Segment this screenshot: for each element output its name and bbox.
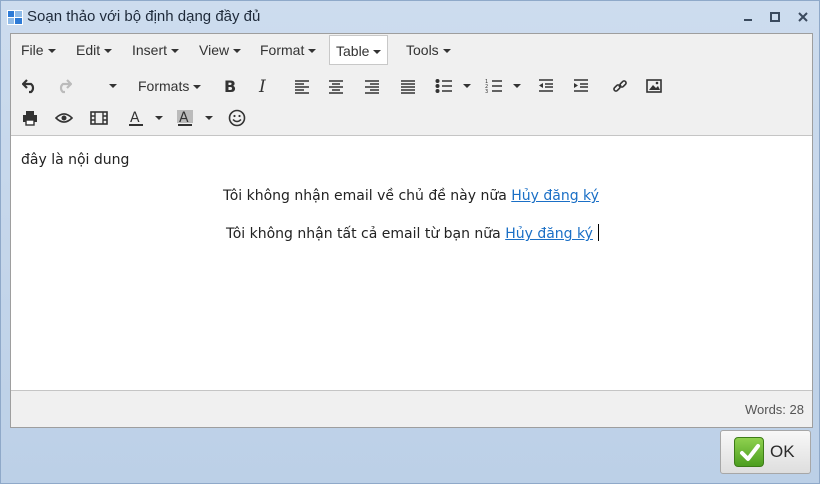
formats-dropdown[interactable]: Formats [138,73,202,99]
outdent-icon[interactable] [533,73,559,99]
menu-format[interactable]: Format [254,35,322,65]
bold-icon[interactable]: B [217,73,243,99]
editor-content-area[interactable]: đây là nội dung Tôi không nhận email về … [11,135,812,391]
status-bar: Words: 28 [11,391,812,427]
redo-icon[interactable] [51,73,77,99]
image-icon[interactable] [641,73,667,99]
title-bar[interactable]: Soạn thảo với bộ định dạng đầy đủ [1,1,819,33]
svg-text:A: A [179,110,189,126]
text-color-dropdown[interactable] [155,116,163,120]
menu-table[interactable]: Table [329,35,389,65]
ok-button[interactable]: OK [720,430,811,474]
text-cursor [597,224,599,241]
app-icon [7,10,23,25]
numbered-list-dropdown[interactable] [513,84,521,88]
toolbar-row-1: Formats B I 1 2 3 [11,70,812,102]
bullet-list-icon[interactable] [431,73,457,99]
indent-icon[interactable] [568,73,594,99]
undo-icon[interactable] [17,73,43,99]
menu-edit[interactable]: Edit [70,35,118,65]
align-right-icon[interactable] [359,73,385,99]
unsubscribe-all-link[interactable]: Hủy đăng ký [505,226,593,242]
preview-icon[interactable] [51,105,77,131]
svg-text:3: 3 [485,89,488,94]
checkmark-icon [734,437,764,467]
font-size-dropdown[interactable] [93,73,123,99]
background-color-dropdown[interactable] [205,116,213,120]
svg-text:B: B [224,78,236,94]
svg-text:I: I [258,78,266,94]
media-icon[interactable] [86,105,112,131]
maximize-icon[interactable] [768,10,782,24]
menu-view[interactable]: View [193,35,247,65]
window-title: Soạn thảo với bộ định dạng đầy đủ [27,8,261,25]
unsubscribe-all-text: Tôi không nhận tất cả email từ bạn nữa [226,226,506,242]
unsubscribe-topic-text: Tôi không nhận email về chủ đề này nữa [223,188,512,204]
numbered-list-icon[interactable]: 123 [481,73,507,99]
background-color-icon[interactable]: A [172,105,198,131]
align-left-icon[interactable] [289,73,315,99]
unsubscribe-topic-link[interactable]: Hủy đăng ký [511,188,599,204]
rich-text-editor: File Edit Insert View Format Table Tools… [10,33,813,428]
close-icon[interactable] [796,10,810,24]
menu-file[interactable]: File [15,35,62,65]
svg-text:A: A [130,110,140,126]
toolbar-row-2: A A [11,102,812,134]
align-justify-icon[interactable] [395,73,421,99]
word-count: Words: 28 [744,402,804,417]
menu-insert[interactable]: Insert [126,35,185,65]
content-paragraph-2: Tôi không nhận email về chủ đề này nữa H… [223,188,599,204]
menu-tools[interactable]: Tools [400,35,457,65]
content-paragraph-1: đây là nội dung [21,152,130,168]
emoticons-icon[interactable] [224,105,250,131]
minimize-icon[interactable] [741,10,755,24]
link-icon[interactable] [607,73,633,99]
dialog-window: Soạn thảo với bộ định dạng đầy đủ File E… [0,0,820,484]
italic-icon[interactable]: I [251,73,277,99]
text-color-icon[interactable]: A [123,105,149,131]
content-paragraph-3: Tôi không nhận tất cả email từ bạn nữa H… [226,224,599,242]
align-center-icon[interactable] [323,73,349,99]
print-icon[interactable] [17,105,43,131]
bullet-list-dropdown[interactable] [463,84,471,88]
menu-bar: File Edit Insert View Format Table Tools [11,34,812,68]
ok-label: OK [770,442,795,461]
